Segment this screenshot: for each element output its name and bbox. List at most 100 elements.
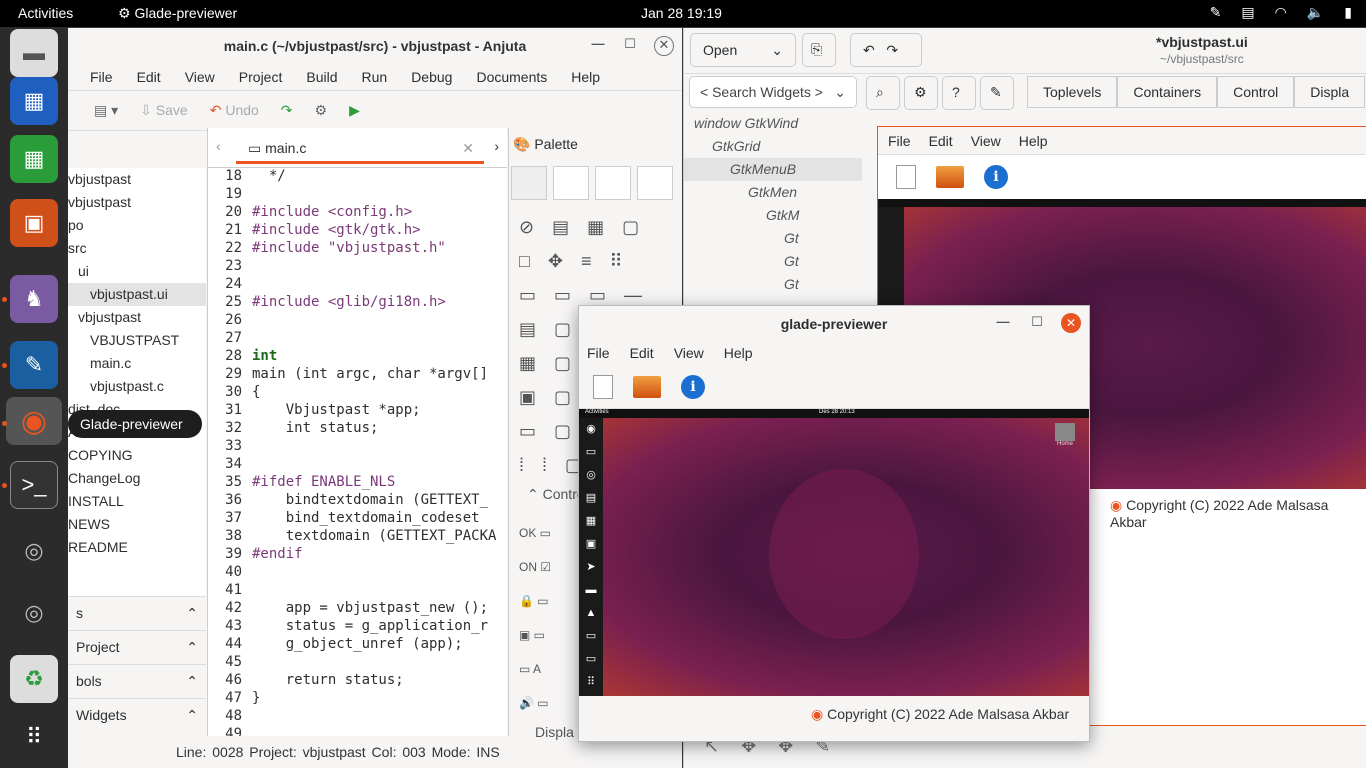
files-icon[interactable]: ▬ (10, 29, 58, 77)
glade-previewer-icon[interactable]: ◉ (6, 397, 62, 445)
widget-tree-item[interactable]: GtkMenuB (684, 158, 862, 181)
previewer-menu-help[interactable]: Help (724, 345, 753, 365)
minimize-icon[interactable]: — (588, 36, 608, 56)
info-icon[interactable]: i (984, 165, 1008, 189)
menu-item-project[interactable]: Project (239, 69, 283, 90)
tree-item[interactable]: main.c (68, 352, 206, 375)
control-widgets[interactable]: OK ▭ ON ☑ 🔒 ▭ ▣ ▭ ▭ A 🔊 ▭ (519, 516, 551, 720)
chevron-left-icon[interactable]: ‹ (216, 138, 221, 154)
design-menu-view[interactable]: View (971, 133, 1001, 154)
tree-item[interactable]: vbjustpast (68, 306, 206, 329)
glade-icon[interactable]: ✎ (10, 341, 58, 389)
show-apps-icon[interactable]: ⠿ (10, 713, 58, 761)
system-tray[interactable]: ✎ ▤ ◠ 🔈 ▮ (1210, 4, 1352, 21)
new-doc-icon[interactable]: ⎘ (802, 33, 836, 67)
edit-icon[interactable]: ✎ (980, 76, 1014, 110)
build-icon[interactable]: ⚙ (315, 102, 328, 119)
menu-item-build[interactable]: Build (306, 69, 337, 90)
new-file-icon[interactable] (896, 165, 916, 189)
tree-item[interactable]: vbjustpast.ui (68, 283, 206, 306)
tree-item[interactable]: vbjustpast.c (68, 375, 206, 398)
info-icon[interactable]: i (681, 374, 705, 399)
previewer-menu-file[interactable]: File (587, 345, 610, 365)
impress-icon[interactable]: ▣ (10, 199, 58, 247)
close-icon[interactable]: ✕ (654, 36, 674, 56)
search-widgets-input[interactable]: < Search Widgets > ⌄ (689, 76, 857, 108)
widget-tree-item[interactable]: GtkGrid (684, 135, 862, 158)
widget-tree-item[interactable]: Gt (684, 273, 862, 296)
tree-item[interactable]: src (68, 237, 206, 260)
minimize-icon[interactable]: — (993, 314, 1013, 334)
panel-header[interactable]: s ⌃ (68, 596, 206, 630)
undo-button[interactable]: ↶ Undo (210, 102, 259, 119)
tab-control[interactable]: Control (1217, 76, 1295, 108)
panel-header[interactable]: Project ⌃ (68, 630, 206, 664)
menu-item-help[interactable]: Help (571, 69, 600, 90)
menu-item-view[interactable]: View (185, 69, 215, 90)
menu-item-debug[interactable]: Debug (411, 69, 452, 90)
control-section[interactable]: ⌃ Contro (527, 486, 585, 503)
close-icon[interactable]: ✕ (1061, 313, 1081, 333)
design-menu-help[interactable]: Help (1019, 133, 1048, 154)
chevron-down-icon[interactable]: ⌄ (771, 42, 783, 59)
run-icon[interactable]: ▶ (349, 102, 360, 119)
maximize-icon[interactable]: ☐ (620, 36, 640, 56)
maximize-icon[interactable]: ☐ (1027, 314, 1047, 334)
previewer-menu-edit[interactable]: Edit (630, 345, 654, 365)
trash-icon[interactable]: ♻ (10, 655, 58, 703)
tab-containers[interactable]: Containers (1117, 76, 1218, 108)
disc-icon[interactable]: ◎ (10, 527, 58, 575)
new-icon[interactable]: ▤ ▾ (94, 102, 118, 119)
save-button[interactable]: ⇩ Save (140, 102, 188, 119)
tree-item[interactable]: COPYING (68, 444, 206, 467)
palette-slot[interactable] (553, 166, 589, 200)
redo-icon[interactable]: ↷ (281, 102, 293, 119)
design-menu-file[interactable]: File (888, 133, 911, 154)
tree-item[interactable]: ChangeLog (68, 467, 206, 490)
tab-main-c[interactable]: ▭ main.c ✕ (236, 134, 484, 164)
tree-item[interactable]: NEWS (68, 513, 206, 536)
tree-item[interactable]: po (68, 214, 206, 237)
tree-item[interactable]: INSTALL (68, 490, 206, 513)
widget-tree-item[interactable]: Gt (684, 250, 862, 273)
terminal-icon[interactable]: >_ (10, 461, 58, 509)
anjuta-icon[interactable]: ♞ (10, 275, 58, 323)
panel-header[interactable]: Widgets ⌃ (68, 698, 206, 732)
tree-item[interactable]: README (68, 536, 206, 559)
activities-button[interactable]: Activities (18, 5, 73, 21)
calc-icon[interactable]: ▦ (10, 135, 58, 183)
menu-item-edit[interactable]: Edit (137, 69, 161, 90)
panel-header[interactable]: bols ⌃ (68, 664, 206, 698)
design-menu-edit[interactable]: Edit (929, 133, 953, 154)
tab-toplevels[interactable]: Toplevels (1027, 76, 1118, 108)
help-icon[interactable]: ? (942, 76, 976, 110)
widget-tree-item[interactable]: window GtkWind (684, 112, 862, 135)
palette-slot[interactable] (637, 166, 673, 200)
clock[interactable]: Jan 28 19:19 (641, 5, 722, 21)
widget-tree-item[interactable]: GtkMen (684, 181, 862, 204)
open-folder-icon[interactable] (936, 166, 964, 188)
widget-tree-item[interactable]: GtkM (684, 204, 862, 227)
chevron-right-icon[interactable]: › (494, 138, 499, 154)
previewer-menu-view[interactable]: View (674, 345, 704, 365)
app-menu[interactable]: ⚙ Glade-previewer (118, 5, 237, 22)
disc-icon[interactable]: ◎ (10, 589, 58, 637)
open-button[interactable]: Open ⌄ (690, 33, 796, 67)
gear-icon[interactable]: ⚙ (904, 76, 938, 110)
palette-slot[interactable] (595, 166, 631, 200)
menu-item-file[interactable]: File (90, 69, 113, 90)
new-file-icon[interactable] (593, 374, 613, 399)
search-icon[interactable]: ⌕ (866, 76, 900, 110)
open-folder-icon[interactable] (633, 375, 661, 398)
tree-item[interactable]: vbjustpast (68, 191, 206, 214)
tree-item[interactable]: ui (68, 260, 206, 283)
tree-item[interactable]: vbjustpast (68, 168, 206, 191)
widget-tree-item[interactable]: Gt (684, 227, 862, 250)
palette-slot[interactable] (511, 166, 547, 200)
tab-displa[interactable]: Displa (1294, 76, 1366, 108)
close-tab-icon[interactable]: ✕ (462, 140, 474, 157)
menu-item-documents[interactable]: Documents (476, 69, 547, 90)
menu-item-run[interactable]: Run (362, 69, 388, 90)
code-editor[interactable]: ‹ ▭ main.c ✕ › 18 */19 20 #include <config.… (207, 128, 507, 736)
undo-redo-buttons[interactable]: ↶ ↷ (850, 33, 922, 67)
